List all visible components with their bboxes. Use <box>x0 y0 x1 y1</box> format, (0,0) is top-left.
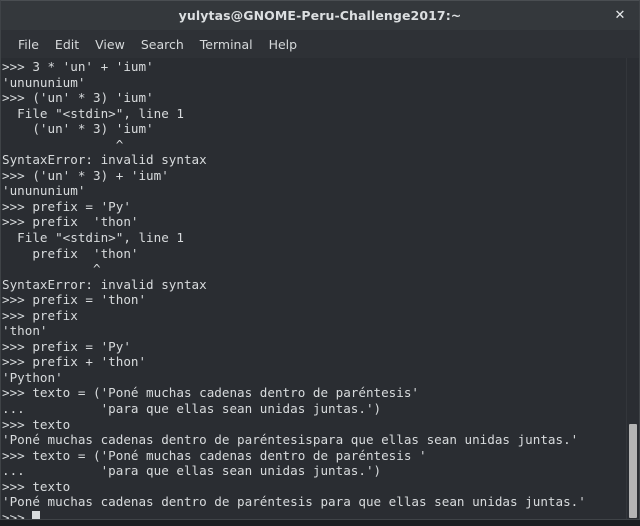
terminal-line: 'thon' <box>2 323 48 339</box>
terminal-line: >>> prefix = 'Py' <box>2 198 131 214</box>
terminal-line: 'Poné muchas cadenas dentro de paréntesi… <box>2 494 586 510</box>
terminal-line: >>> texto <box>2 416 71 432</box>
title-bar: yulytas@GNOME-Peru-Challenge2017:~ ✕ <box>0 0 640 30</box>
terminal-line: File "<stdin>", line 1 <box>2 105 184 121</box>
terminal-line: >>> ('un' * 3) 'ium' <box>2 90 154 106</box>
terminal-line: >>> prefix 'thon' <box>2 214 139 230</box>
terminal-scrollbar[interactable] <box>626 58 639 519</box>
menu-item-help[interactable]: Help <box>261 35 306 54</box>
terminal-line: SyntaxError: invalid syntax <box>2 276 207 292</box>
terminal-line: >>> prefix = 'Py' <box>2 338 131 354</box>
menu-item-edit[interactable]: Edit <box>47 35 87 54</box>
terminal-line: prefix 'thon' <box>2 245 139 261</box>
terminal-area: >>> 3 * 'un' + 'ium''unununium' >>> ('un'… <box>0 58 640 520</box>
terminal-line: ... 'para que ellas sean unidas juntas.'… <box>2 401 382 417</box>
terminal-line: ('un' * 3) 'ium' <box>2 121 154 137</box>
scrollbar-thumb[interactable] <box>629 424 637 518</box>
terminal-line: >>> texto = ('Poné muchas cadenas dentro… <box>2 385 420 401</box>
terminal-line: ^ <box>2 261 101 277</box>
terminal-line: 'Poné muchas cadenas dentro de paréntesi… <box>2 432 579 448</box>
terminal-line: 'Python' <box>2 369 63 385</box>
terminal-prompt-line: >>> <box>2 510 626 519</box>
menu-item-search[interactable]: Search <box>133 35 192 54</box>
terminal-line: SyntaxError: invalid syntax <box>2 152 207 168</box>
terminal-window: yulytas@GNOME-Peru-Challenge2017:~ ✕ Fil… <box>0 0 640 526</box>
terminal-line: ^ <box>2 136 124 152</box>
terminal-line: >>> prefix <box>2 307 78 323</box>
terminal-output[interactable]: >>> 3 * 'un' + 'ium''unununium' >>> ('un'… <box>1 58 626 519</box>
window-bottom-edge <box>0 520 640 526</box>
text-cursor <box>32 510 40 519</box>
close-icon[interactable]: ✕ <box>611 7 629 25</box>
terminal-line: File "<stdin>", line 1 <box>2 230 184 246</box>
menu-item-view[interactable]: View <box>87 35 133 54</box>
menu-item-terminal[interactable]: Terminal <box>192 35 261 54</box>
terminal-line: 'unununium' <box>2 74 86 90</box>
terminal-line: >>> texto <box>2 478 71 494</box>
terminal-line: >>> texto = ('Poné muchas cadenas dentro… <box>2 447 427 463</box>
shell-prompt: >>> <box>2 509 33 519</box>
window-title: yulytas@GNOME-Peru-Challenge2017:~ <box>178 8 462 23</box>
menu-bar: File Edit View Search Terminal Help <box>0 30 640 58</box>
terminal-line: >>> prefix + 'thon' <box>2 354 147 370</box>
terminal-line: 'unununium' <box>2 183 86 199</box>
terminal-line: >>> 3 * 'un' + 'ium' <box>2 59 154 74</box>
terminal-line: ... 'para que ellas sean unidas juntas.'… <box>2 463 382 479</box>
terminal-line: >>> prefix = 'thon' <box>2 292 147 308</box>
menu-item-file[interactable]: File <box>10 35 47 54</box>
terminal-line: >>> ('un' * 3) + 'ium' <box>2 167 169 183</box>
